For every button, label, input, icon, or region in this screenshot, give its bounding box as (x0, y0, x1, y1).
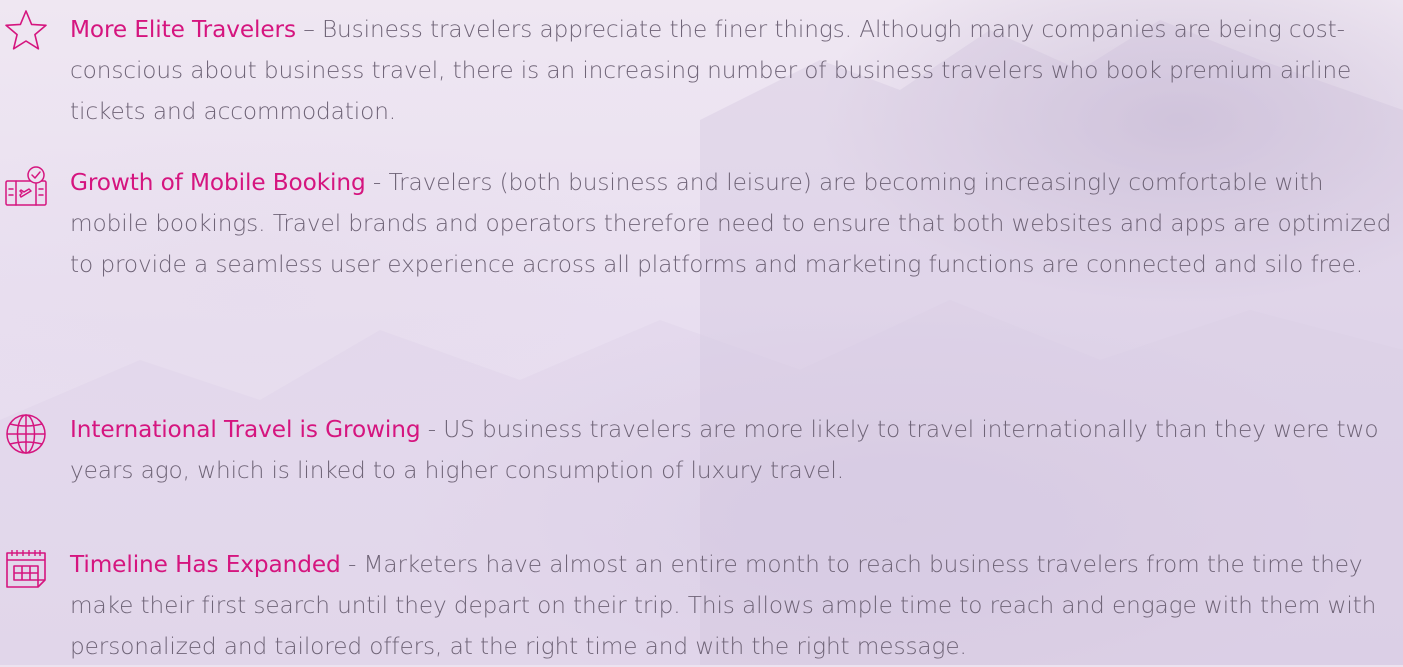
item-separator: - (340, 551, 364, 578)
item-text: More Elite Travelers – Business traveler… (70, 9, 1395, 132)
globe-icon (4, 412, 48, 456)
item-separator: - (420, 416, 444, 443)
item-title: Growth of Mobile Booking (70, 169, 366, 196)
mobile-booking-icon (4, 165, 48, 209)
item-title: Timeline Has Expanded (70, 551, 341, 578)
item-title: International Travel is Growing (70, 416, 421, 443)
item-text: International Travel is Growing - US bus… (70, 409, 1395, 491)
calendar-icon (4, 546, 48, 590)
item-separator: – (295, 16, 322, 43)
item-text: Timeline Has Expanded - Marketers have a… (70, 544, 1395, 667)
star-icon (4, 9, 48, 53)
item-title: More Elite Travelers (70, 16, 296, 43)
item-separator: - (365, 169, 389, 196)
item-text: Growth of Mobile Booking - Travelers (bo… (70, 162, 1395, 285)
